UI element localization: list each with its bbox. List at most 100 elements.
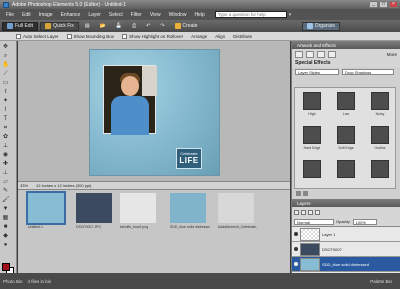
gradient-tool-icon[interactable]: ▦ bbox=[2, 215, 9, 222]
photo-bin-thumb[interactable]: SDD_blue solid distressed bbox=[170, 193, 210, 229]
open-icon[interactable]: 📂 bbox=[96, 22, 110, 31]
arrange-dropdown[interactable]: Arrange bbox=[191, 34, 207, 39]
effect-swatch[interactable] bbox=[365, 158, 395, 188]
paint-bucket-tool-icon[interactable]: ▼ bbox=[2, 206, 9, 213]
blend-mode-dropdown[interactable]: Normal bbox=[294, 218, 334, 225]
palette-bin-toggle[interactable]: Palette Bin bbox=[370, 279, 392, 284]
effect-swatch[interactable]: High bbox=[297, 90, 327, 120]
undo-icon[interactable]: ↶ bbox=[142, 22, 154, 31]
artwork-tab-icon[interactable] bbox=[295, 50, 303, 58]
apply-icon[interactable] bbox=[296, 191, 301, 196]
celebrate-life-embellishment[interactable]: Celebrate LIFE bbox=[176, 148, 202, 169]
foreground-color-swatch[interactable] bbox=[2, 263, 10, 271]
magic-wand-tool-icon[interactable]: ✦ bbox=[2, 98, 9, 105]
effect-swatch[interactable]: Noisy bbox=[365, 90, 395, 120]
shape-tool-icon[interactable]: ■ bbox=[2, 224, 9, 231]
effect-swatch[interactable] bbox=[331, 158, 361, 188]
selection-brush-tool-icon[interactable]: ⌇ bbox=[2, 107, 9, 114]
highlight-checkbox[interactable]: Show Highlight on Rollover bbox=[122, 33, 183, 39]
maximize-button[interactable]: □ bbox=[379, 1, 388, 8]
move-tool-icon[interactable]: ✥ bbox=[2, 44, 9, 51]
effect-swatch[interactable] bbox=[297, 158, 327, 188]
lasso-tool-icon[interactable]: ℓ bbox=[2, 89, 9, 96]
close-button[interactable]: × bbox=[389, 1, 398, 8]
effect-swatch[interactable]: Soft Edge bbox=[331, 124, 361, 154]
menu-select[interactable]: Select bbox=[105, 12, 127, 18]
eye-icon[interactable] bbox=[294, 247, 298, 251]
quick-fix-button[interactable]: Quick Fix bbox=[40, 21, 79, 31]
new-icon[interactable]: ▤ bbox=[81, 22, 94, 31]
styles-tab-icon[interactable] bbox=[328, 50, 336, 58]
red-eye-tool-icon[interactable]: ◉ bbox=[2, 152, 9, 159]
filters-tab-icon[interactable] bbox=[317, 50, 325, 58]
hand-tool-icon[interactable]: ✋ bbox=[2, 62, 9, 69]
minimize-button[interactable]: _ bbox=[369, 1, 378, 8]
organize-label: Organize bbox=[314, 23, 335, 29]
menu-file[interactable]: File bbox=[2, 12, 18, 18]
effect-swatch[interactable]: Hard Edge bbox=[297, 124, 327, 154]
blur-tool-icon[interactable]: ◆ bbox=[2, 233, 9, 240]
create-button[interactable]: Create bbox=[171, 22, 202, 31]
lock-icon[interactable] bbox=[315, 209, 320, 215]
layer-row[interactable]: DSCF0007 bbox=[292, 242, 400, 257]
photo-bin-thumb[interactable]: Untitled-1 bbox=[26, 191, 66, 229]
layers-header[interactable]: Layers bbox=[292, 199, 400, 207]
align-dropdown[interactable]: Align bbox=[215, 34, 225, 39]
bounding-box-checkbox[interactable]: Show Bounding Box bbox=[66, 33, 114, 39]
distribute-dropdown[interactable]: Distribute bbox=[233, 34, 252, 39]
menu-enhance[interactable]: Enhance bbox=[57, 12, 85, 18]
menu-help[interactable]: Help bbox=[190, 12, 208, 18]
menu-filter[interactable]: Filter bbox=[127, 12, 146, 18]
new-adjustment-icon[interactable] bbox=[301, 209, 306, 215]
effect-swatch[interactable]: Low bbox=[331, 90, 361, 120]
crop-tool-icon[interactable]: ⌗ bbox=[2, 125, 9, 132]
brush-tool-icon[interactable]: 🖌 bbox=[2, 197, 10, 204]
sponge-tool-icon[interactable]: ● bbox=[2, 242, 9, 249]
redo-icon[interactable]: ↷ bbox=[156, 22, 168, 31]
chevron-down-icon[interactable]: ▾ bbox=[289, 12, 292, 18]
photo-bin-toggle[interactable]: Photo Bin bbox=[3, 279, 23, 284]
print-icon[interactable]: ⎙ bbox=[128, 22, 140, 31]
healing-brush-tool-icon[interactable]: ✚ bbox=[2, 161, 9, 168]
menu-image[interactable]: Image bbox=[35, 12, 57, 18]
zoom-tool-icon[interactable]: ⌕ bbox=[2, 53, 9, 60]
effect-category-dropdown[interactable]: Layer Styles bbox=[295, 68, 339, 75]
new-layer-icon[interactable] bbox=[294, 209, 299, 215]
pencil-tool-icon[interactable]: ✎ bbox=[2, 188, 9, 195]
clone-stamp-tool-icon[interactable]: ⊥ bbox=[2, 170, 9, 177]
delete-layer-icon[interactable] bbox=[308, 209, 313, 215]
menu-layer[interactable]: Layer bbox=[84, 12, 105, 18]
organize-button[interactable]: Organize bbox=[301, 21, 340, 31]
full-edit-button[interactable]: Full Edit bbox=[2, 21, 39, 31]
menu-window[interactable]: Window bbox=[165, 12, 191, 18]
photo-layer[interactable] bbox=[103, 65, 157, 135]
more-button[interactable]: More bbox=[387, 52, 397, 57]
effect-style-dropdown[interactable]: Drop Shadows bbox=[342, 68, 394, 75]
photo-bin-thumb[interactable]: AddaMoment_Celebrate... bbox=[218, 193, 258, 229]
effect-swatch[interactable]: Outline bbox=[365, 124, 395, 154]
layer-row-selected[interactable]: SDD_blue solid distressed bbox=[292, 257, 400, 272]
canvas[interactable]: Celebrate LIFE bbox=[89, 49, 220, 176]
eyedropper-tool-icon[interactable]: ⟋ bbox=[2, 71, 9, 78]
artwork-effects-header[interactable]: Artwork and Effects bbox=[292, 41, 400, 49]
opacity-field[interactable]: 100% bbox=[352, 218, 377, 225]
eraser-tool-icon[interactable]: ▱ bbox=[2, 179, 9, 186]
straighten-tool-icon[interactable]: ⟂ bbox=[2, 143, 9, 150]
menu-view[interactable]: View bbox=[146, 12, 165, 18]
cookie-cutter-tool-icon[interactable]: ✿ bbox=[2, 134, 9, 141]
layer-row[interactable]: Layer 1 bbox=[292, 227, 400, 242]
eye-icon[interactable] bbox=[294, 232, 298, 236]
zoom-level[interactable]: 33% bbox=[20, 183, 28, 188]
document-window[interactable]: Celebrate LIFE bbox=[18, 41, 290, 181]
photo-bin-thumb[interactable]: kshoffs_bow2.png bbox=[120, 193, 156, 229]
delete-icon[interactable] bbox=[303, 191, 308, 196]
marquee-tool-icon[interactable]: ▭ bbox=[2, 80, 9, 87]
photo-bin-thumb[interactable]: DSCF0007.JPG bbox=[76, 193, 112, 229]
auto-select-checkbox[interactable]: Auto Select Layer bbox=[16, 33, 59, 39]
help-search-input[interactable]: Type a question for help bbox=[214, 11, 287, 18]
save-icon[interactable]: 💾 bbox=[112, 22, 126, 31]
menu-edit[interactable]: Edit bbox=[18, 12, 35, 18]
type-tool-icon[interactable]: T bbox=[2, 116, 9, 123]
effects-tab-icon[interactable] bbox=[306, 50, 314, 58]
eye-icon[interactable] bbox=[294, 262, 298, 266]
